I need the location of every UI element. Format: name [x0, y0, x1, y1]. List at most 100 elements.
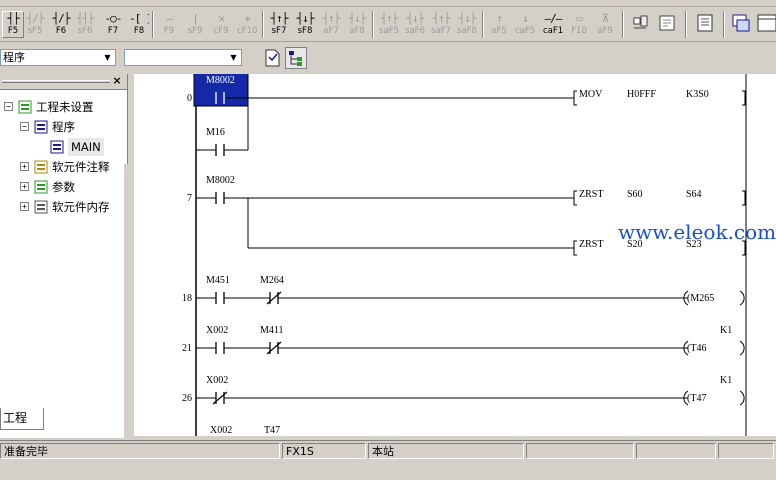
collapse-icon[interactable]: −: [20, 122, 29, 131]
toolbar-button-cf9[interactable]: ✕ cF9: [210, 11, 232, 38]
toolbar-label: aF8: [349, 26, 365, 36]
instruction-operand: H0FFF: [627, 89, 656, 100]
toolbar-symbol: ↑: [496, 12, 503, 25]
step-number: 26: [182, 393, 192, 404]
instruction-mnemonic: MOV: [579, 89, 603, 100]
tree-item-label[interactable]: 程序: [52, 118, 75, 136]
toolbar-symbol: ✳: [244, 12, 251, 25]
status-ready: 准备完毕: [0, 443, 280, 459]
expand-icon[interactable]: +: [20, 202, 29, 211]
project-tree-icon[interactable]: [285, 47, 307, 69]
toolbar-button-caf10[interactable]: —/—caF10: [542, 11, 564, 38]
toolbar-button-af8[interactable]: ┤↓├ aF8: [346, 11, 368, 38]
toolbar-label: cF9: [213, 26, 229, 36]
toolbar-button-f8[interactable]: -[ ]-F8: [128, 11, 150, 38]
toolbar-button-saf7[interactable]: ┤↑├ saF7: [430, 11, 452, 38]
instruction-operand: S64: [686, 189, 702, 200]
toolbar-label: F6: [55, 26, 67, 36]
toolbar-symbol: —/—: [544, 12, 563, 25]
window-cascade-icon[interactable]: [756, 12, 776, 34]
tree-item-label[interactable]: 参数: [52, 178, 75, 196]
toolbar-button-saf6[interactable]: ┤↓├ saF6: [404, 11, 426, 38]
ladder-editor[interactable]: 0 M8002 M16 MOV H0FFF K3S0 7 M8002 ZRST S60 S64 ZRS…: [134, 74, 776, 436]
toolbar-button-sf9[interactable]: | sF9: [184, 11, 206, 38]
tree-item-label[interactable]: 工程未设置: [36, 98, 94, 116]
parameter-icon: [34, 180, 48, 194]
instruction-bracket-right: [742, 90, 746, 106]
toolbar-label: saF8: [457, 26, 477, 36]
toolbar-symbol: ┤/├: [52, 12, 71, 25]
tree-item-label[interactable]: MAIN: [68, 138, 104, 156]
contact-device-label: X002: [210, 425, 232, 436]
toolbar-label: caF10: [543, 26, 563, 36]
toolbar-symbol: ┤┤├: [76, 12, 95, 25]
toolbar-button-f10[interactable]: ▭ F10: [568, 11, 590, 38]
comment-edit-icon[interactable]: [656, 12, 678, 34]
instruction-bracket-left: [573, 90, 577, 106]
toolbar-symbol: ▭: [576, 12, 583, 25]
coil-device-label: (T47: [687, 393, 706, 404]
toolbar-separator: [482, 11, 484, 38]
monitor-icon[interactable]: [694, 12, 716, 34]
tree-item-label[interactable]: 软元件内存: [52, 198, 110, 216]
device-memory-icon: [34, 200, 48, 214]
window-tile-icon[interactable]: [730, 12, 752, 34]
tree-item-label[interactable]: 软元件注释: [52, 158, 110, 176]
coil-right: [739, 290, 745, 306]
toolbar-label: sF7: [271, 26, 287, 36]
panel-grip[interactable]: [2, 80, 110, 83]
instruction-mnemonic: ZRST: [579, 189, 603, 200]
secondary-select[interactable]: ▼: [124, 49, 242, 66]
program-folder-icon: [34, 120, 48, 134]
device-list-icon[interactable]: [630, 12, 652, 34]
toolbar-button-saf8[interactable]: ┤↓├ saF8: [456, 11, 478, 38]
project-icon: [18, 100, 32, 114]
status-field: [636, 443, 716, 459]
open-document-icon[interactable]: [261, 47, 283, 69]
toolbar-button-cf10[interactable]: ✳ cF10: [236, 11, 258, 38]
collapse-icon[interactable]: −: [4, 102, 13, 111]
instruction-mnemonic: ZRST: [579, 239, 603, 250]
toolbar-label: F8: [133, 26, 145, 36]
toolbar-button-f9[interactable]: — F9: [158, 11, 180, 38]
toolbar-button-f5[interactable]: ┤├ F5: [2, 11, 24, 38]
program-select[interactable]: 程序 ▼: [0, 49, 116, 66]
toolbar-button-af7[interactable]: ┤↑├ aF7: [320, 11, 342, 38]
toolbar-button-f6[interactable]: ┤/├ F6: [50, 11, 72, 38]
contact-device-label: M16: [206, 127, 225, 138]
toolbar-label: aF7: [323, 26, 339, 36]
toolbar-separator: [622, 11, 624, 38]
panel-scrollbar[interactable]: [124, 164, 128, 480]
toolbar-button-caf5[interactable]: ↓ caF5: [514, 11, 536, 38]
toolbar-symbol: ┤↓├: [458, 12, 477, 25]
step-number: 7: [187, 193, 192, 204]
instruction-operand: K3S0: [686, 89, 709, 100]
toolbar-separator: [723, 11, 725, 38]
toolbar-button-sf8[interactable]: ┤↓├ sF8: [294, 11, 316, 38]
expand-icon[interactable]: +: [20, 162, 29, 171]
expand-icon[interactable]: +: [20, 182, 29, 191]
toolbar-symbol: ↓: [522, 12, 529, 25]
toolbar-button-saf5[interactable]: ┤↑├ saF5: [378, 11, 400, 38]
instruction-bracket-right: [742, 190, 746, 206]
toolbar-label: F10: [571, 26, 587, 36]
contact-device-label: M451: [206, 275, 230, 286]
chevron-down-icon[interactable]: ▼: [101, 51, 114, 64]
toolbar-button-af5[interactable]: ↑ aF5: [488, 11, 510, 38]
chevron-down-icon[interactable]: ▼: [227, 51, 240, 64]
toolbar-button-sf5[interactable]: ┤/├ sF5: [24, 11, 46, 38]
toolbar-symbol: ┤↑├: [432, 12, 451, 25]
ladder-diagram[interactable]: 0 M8002 M16 MOV H0FFF K3S0 7 M8002 ZRST S60 S64 ZRS…: [134, 74, 776, 436]
toolbar-button-f7[interactable]: -○- F7: [102, 11, 124, 38]
toolbar-button-sf6[interactable]: ┤┤├ sF6: [74, 11, 96, 38]
toolbar-button-sf7[interactable]: ┤↑├ sF7: [268, 11, 290, 38]
contact-device-label: M264: [260, 275, 284, 286]
tab-project[interactable]: 工程: [0, 408, 44, 430]
toolbar-separator: [152, 11, 154, 38]
device-comment-icon: [34, 160, 48, 174]
toolbar-label: sF5: [27, 26, 43, 36]
toolbar-button-af9[interactable]: ⊼ aF9: [594, 11, 616, 38]
close-icon[interactable]: ×: [110, 74, 124, 88]
toolbar-symbol: ┤/├: [26, 12, 45, 25]
instruction-operand: S60: [627, 189, 643, 200]
